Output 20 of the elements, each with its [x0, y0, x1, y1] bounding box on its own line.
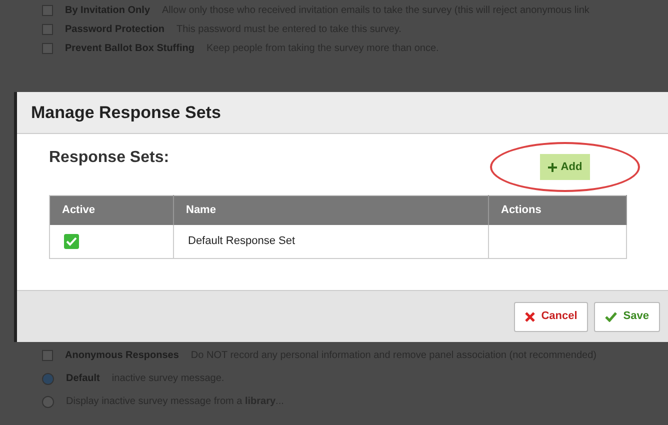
save-button[interactable]: Save — [594, 302, 660, 332]
active-checkbox[interactable] — [64, 234, 79, 249]
close-icon — [525, 312, 536, 322]
checkbox[interactable] — [42, 24, 53, 35]
checkbox[interactable] — [42, 350, 53, 361]
dialog-title: Manage Response Sets — [31, 102, 221, 124]
add-button[interactable]: Add — [540, 154, 590, 180]
plus-icon — [548, 162, 557, 172]
checkbox[interactable] — [42, 5, 53, 16]
column-header: Actions — [488, 196, 626, 224]
column-header: Name — [174, 196, 488, 224]
check-icon — [605, 312, 618, 322]
column-header: Active — [50, 196, 174, 224]
cancel-button[interactable]: Cancel — [514, 302, 588, 332]
checkbox[interactable] — [42, 43, 53, 54]
radio-button[interactable] — [42, 372, 54, 384]
table-cell: Default Response Set — [174, 224, 488, 258]
check-icon — [66, 236, 77, 246]
radio-button[interactable] — [42, 396, 54, 408]
section-heading: Response Sets: — [49, 148, 170, 168]
